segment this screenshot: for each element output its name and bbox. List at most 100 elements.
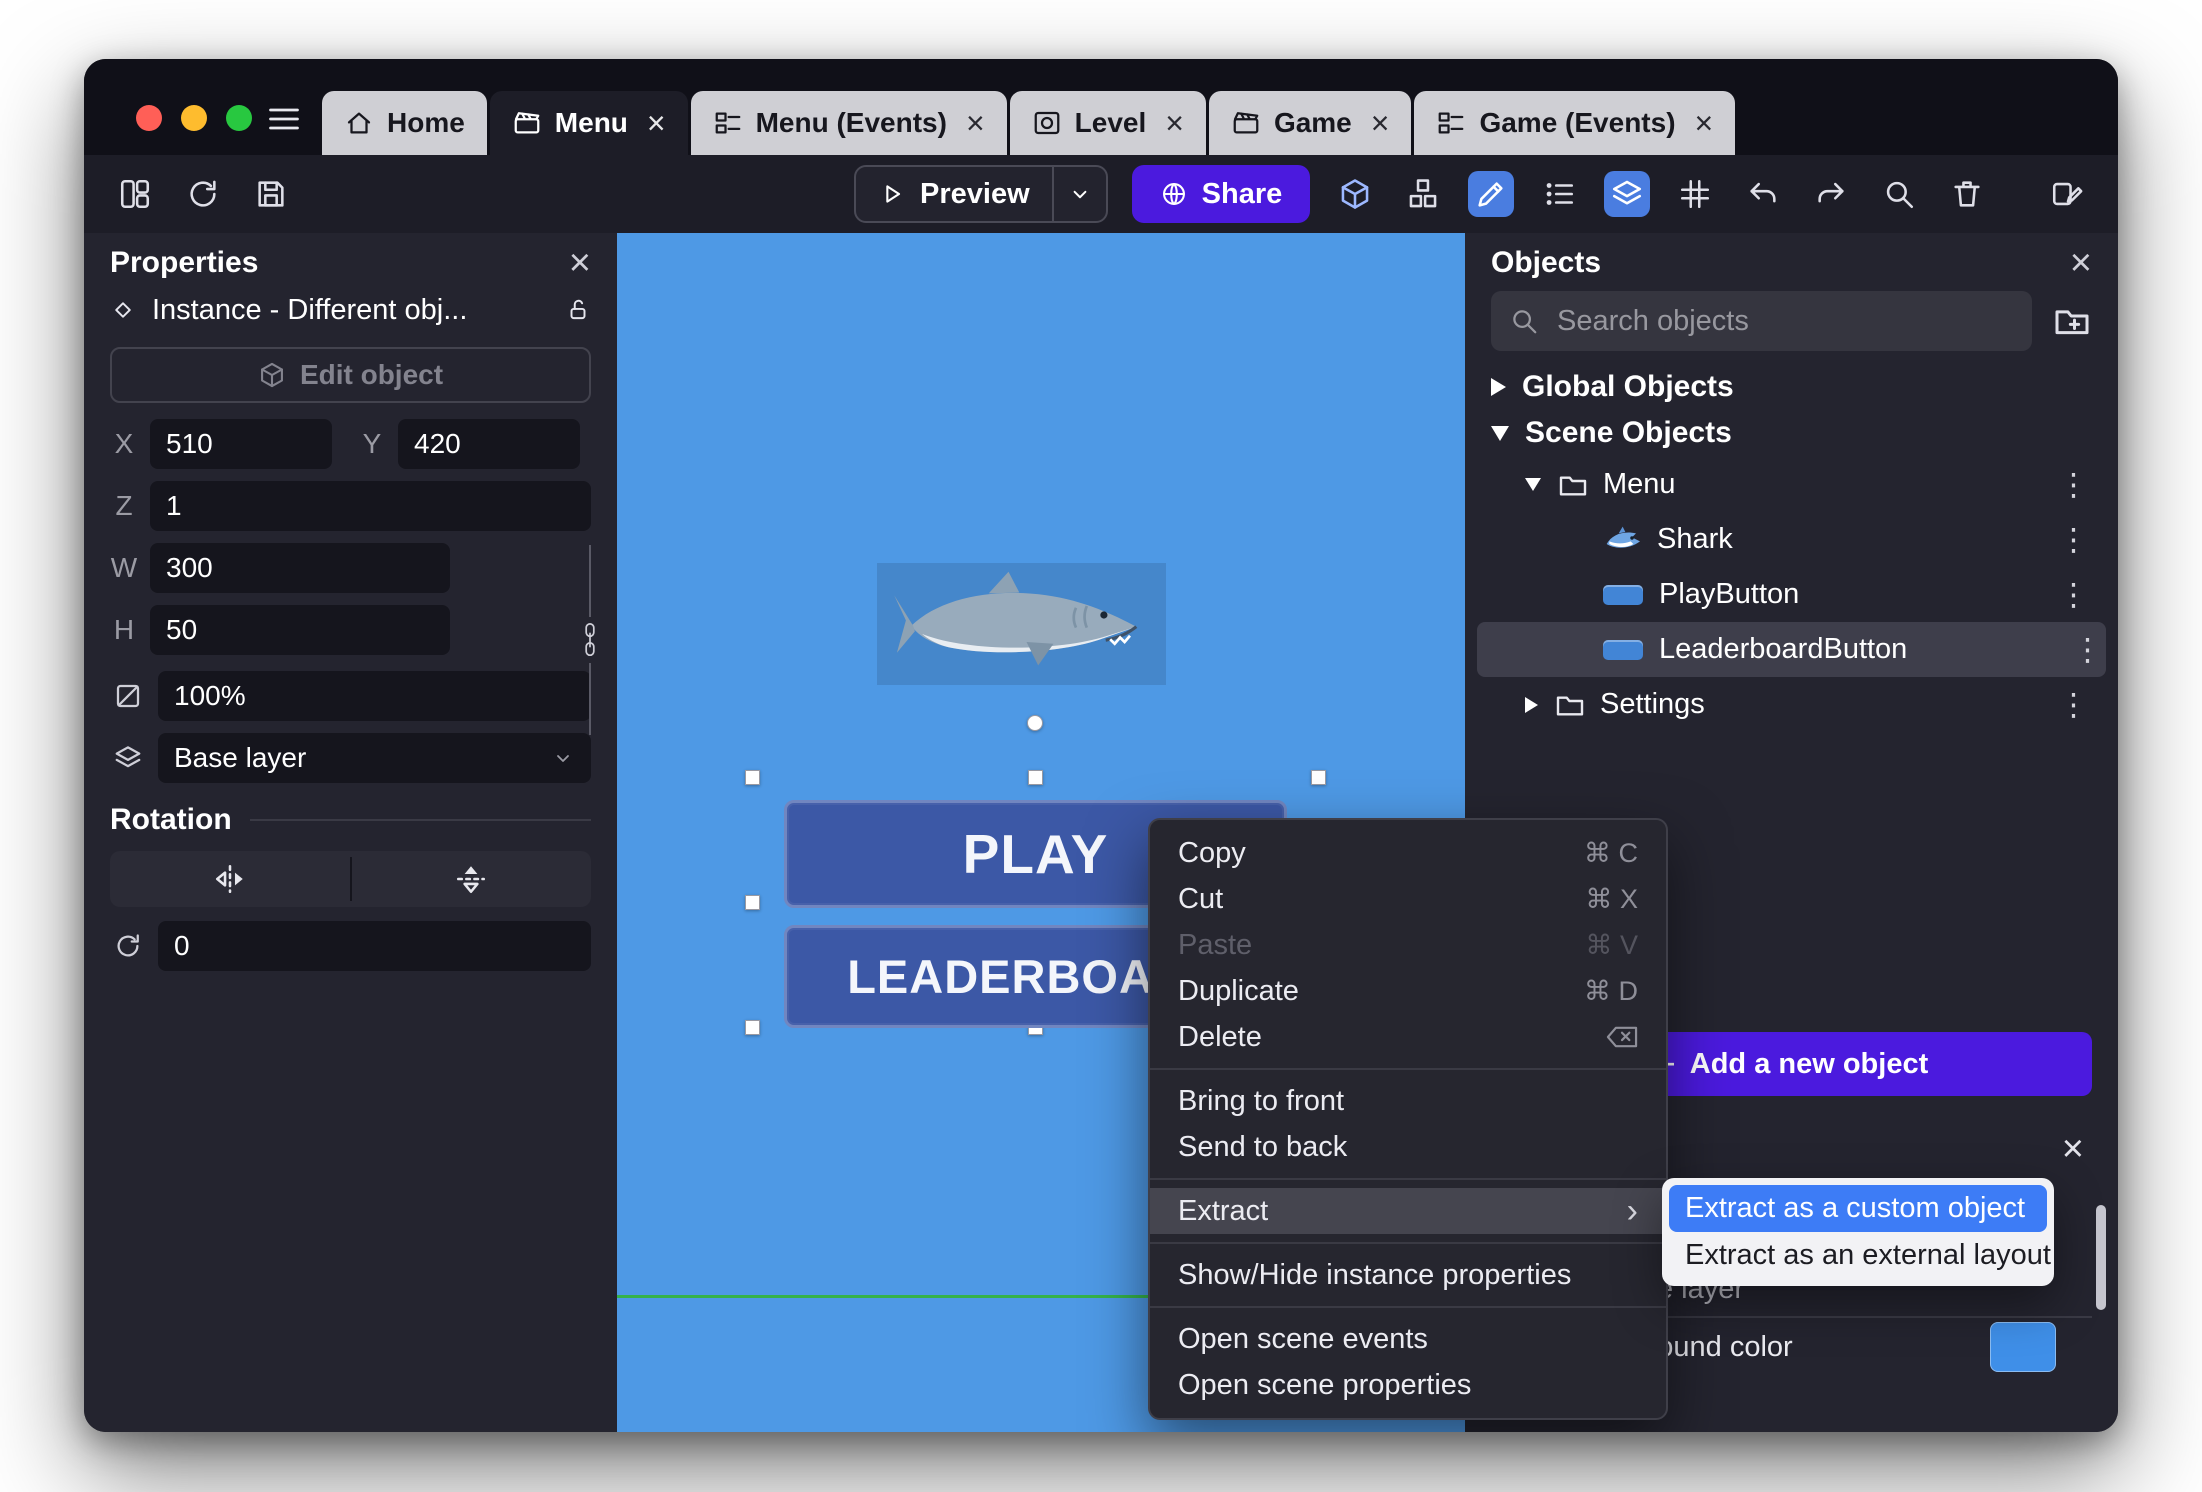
kebab-menu-icon[interactable]	[2058, 577, 2088, 613]
background-color-swatch[interactable]	[1990, 1322, 2056, 1372]
titlebar: Home Menu × Menu (Events) × Level × Game…	[84, 59, 2118, 155]
menu-item-delete[interactable]: Delete	[1150, 1014, 1666, 1060]
lock-icon[interactable]	[565, 297, 591, 323]
share-label: Share	[1201, 177, 1283, 210]
tab-menu[interactable]: Menu ×	[489, 91, 688, 155]
y-field[interactable]: 420	[398, 419, 580, 469]
menu-item-extract[interactable]: Extract	[1150, 1188, 1666, 1234]
tab-game-events[interactable]: Game (Events) ×	[1414, 91, 1736, 155]
edit-properties-icon[interactable]	[2044, 171, 2090, 217]
kebab-menu-icon[interactable]	[2058, 687, 2088, 723]
instances-list-icon[interactable]	[1536, 171, 1582, 217]
close-window-button[interactable]	[136, 105, 162, 131]
properties-title: Properties	[110, 246, 259, 279]
menu-item-open-scene-properties[interactable]: Open scene properties	[1150, 1362, 1666, 1408]
global-objects-section[interactable]: Global Objects	[1491, 365, 2092, 409]
kebab-menu-icon[interactable]	[2072, 632, 2102, 668]
tab-game[interactable]: Game ×	[1208, 91, 1412, 155]
x-field[interactable]: 510	[150, 419, 332, 469]
menu-item-show-hide-instance-properties[interactable]: Show/Hide instance properties	[1150, 1252, 1666, 1298]
selection-handle-top-right[interactable]	[1311, 770, 1326, 785]
edit-object-button[interactable]: Edit object	[110, 347, 591, 403]
kebab-menu-icon[interactable]	[2058, 467, 2088, 503]
close-icon[interactable]	[2070, 244, 2092, 282]
save-icon[interactable]	[248, 171, 294, 217]
shark-image	[886, 570, 1158, 678]
redo-icon[interactable]	[1808, 171, 1854, 217]
kebab-menu-icon[interactable]	[2058, 522, 2088, 558]
menu-item-open-scene-events[interactable]: Open scene events	[1150, 1316, 1666, 1362]
objects-cubes-icon[interactable]	[1400, 171, 1446, 217]
preview-options-button[interactable]	[1054, 167, 1106, 221]
scene-objects-section[interactable]: Scene Objects	[1491, 411, 2092, 455]
selection-handle-top-left[interactable]	[745, 770, 760, 785]
flip-vertical-button[interactable]	[352, 851, 592, 907]
chevron-down-icon	[1525, 478, 1541, 491]
preview-button[interactable]: Preview	[856, 167, 1052, 221]
close-tab-icon[interactable]: ×	[966, 107, 985, 139]
add-folder-icon[interactable]	[2052, 301, 2092, 341]
tab-home[interactable]: Home	[322, 91, 487, 155]
tab-level[interactable]: Level ×	[1009, 91, 1206, 155]
opacity-field[interactable]: 100%	[158, 671, 591, 721]
maximize-window-button[interactable]	[226, 105, 252, 131]
zoom-icon[interactable]	[1876, 171, 1922, 217]
close-icon[interactable]	[569, 244, 591, 282]
lock-aspect-ratio-toggle[interactable]	[577, 545, 603, 735]
rotation-section-title: Rotation	[110, 803, 232, 836]
close-tab-icon[interactable]: ×	[1165, 107, 1184, 139]
trash-icon[interactable]	[1944, 171, 1990, 217]
tree-folder-menu[interactable]: Menu	[1491, 457, 2092, 512]
layers-icon[interactable]	[1604, 171, 1651, 217]
z-field[interactable]: 1	[150, 481, 591, 531]
menu-item-cut[interactable]: Cut ⌘ X	[1150, 876, 1666, 922]
submenu-item-extract-custom-object[interactable]: Extract as a custom object	[1669, 1185, 2047, 1232]
tree-object-playbutton[interactable]: PlayButton	[1491, 567, 2092, 622]
menu-item-copy[interactable]: Copy ⌘ C	[1150, 830, 1666, 876]
close-tab-icon[interactable]: ×	[1695, 107, 1714, 139]
selection-handle-top-center[interactable]	[1028, 770, 1043, 785]
scrollbar[interactable]	[2096, 1205, 2106, 1310]
properties-panel: Properties Instance - Different obj... E…	[84, 233, 617, 1432]
app-window: Home Menu × Menu (Events) × Level × Game…	[84, 59, 2118, 1432]
events-icon	[1436, 108, 1466, 138]
pencil-icon[interactable]	[1468, 171, 1515, 217]
search-objects-input[interactable]	[1555, 303, 2014, 339]
menu-separator	[1150, 1242, 1666, 1244]
shark-sprite[interactable]	[877, 563, 1166, 685]
selection-handle-bottom-left[interactable]	[745, 1020, 760, 1035]
close-tab-icon[interactable]: ×	[647, 107, 666, 139]
tab-menu-events[interactable]: Menu (Events) ×	[690, 91, 1007, 155]
button-icon	[1603, 584, 1643, 605]
panels-icon[interactable]	[112, 171, 158, 217]
tree-folder-settings[interactable]: Settings	[1491, 677, 2092, 732]
close-icon[interactable]	[2062, 1130, 2084, 1168]
cube-3d-icon[interactable]	[1332, 171, 1378, 217]
undo-icon[interactable]	[1740, 171, 1786, 217]
context-menu: Copy ⌘ C Cut ⌘ X Paste ⌘ V Duplicate ⌘ D…	[1148, 818, 1668, 1420]
menu-item-bring-to-front[interactable]: Bring to front	[1150, 1078, 1666, 1124]
hamburger-menu-icon[interactable]	[264, 101, 304, 137]
grid-icon[interactable]	[1672, 171, 1718, 217]
menu-item-send-to-back[interactable]: Send to back	[1150, 1124, 1666, 1170]
minimize-window-button[interactable]	[181, 105, 207, 131]
layer-select[interactable]: Base layer	[158, 733, 591, 783]
submenu-item-extract-external-layout[interactable]: Extract as an external layout	[1669, 1232, 2051, 1279]
search-box[interactable]	[1491, 291, 2032, 351]
width-field[interactable]: 300	[150, 543, 450, 593]
height-field[interactable]: 50	[150, 605, 450, 655]
chain-link-icon	[577, 621, 603, 659]
rotation-field[interactable]: 0	[158, 921, 591, 971]
selection-handle-middle-left[interactable]	[745, 895, 760, 910]
history-icon[interactable]	[180, 171, 226, 217]
tree-object-shark[interactable]: Shark	[1491, 512, 2092, 567]
globe-icon	[1160, 180, 1188, 208]
flip-horizontal-button[interactable]	[110, 851, 350, 907]
share-button[interactable]: Share	[1131, 165, 1311, 223]
instance-label: Instance - Different obj...	[152, 293, 468, 326]
tree-object-leaderboardbutton[interactable]: LeaderboardButton	[1477, 622, 2106, 677]
close-tab-icon[interactable]: ×	[1371, 107, 1390, 139]
rotation-handle[interactable]	[1027, 715, 1043, 731]
menu-item-duplicate[interactable]: Duplicate ⌘ D	[1150, 968, 1666, 1014]
objects-tree: Menu Shark PlayButton LeaderboardButton	[1477, 457, 2106, 732]
